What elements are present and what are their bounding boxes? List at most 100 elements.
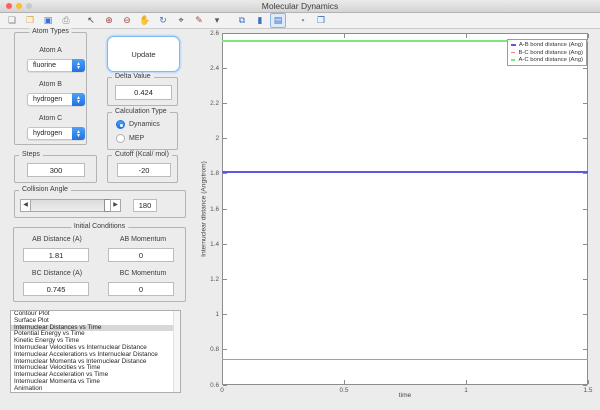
listbox-scrollbar[interactable] xyxy=(173,311,180,392)
insert-legend-icon[interactable]: ▤ xyxy=(270,13,286,28)
rotate-3d-tool-icon[interactable]: ↻ xyxy=(155,13,171,28)
atom-types-panel: Atom Types Atom A fluorine ▲▼ Atom B hyd… xyxy=(14,32,87,145)
bc-distance-input[interactable] xyxy=(23,282,89,296)
plot-type-listbox[interactable]: Contour PlotSurface PlotInternuclear Dis… xyxy=(10,310,181,393)
toolbar-separator xyxy=(287,14,294,27)
plot-legend[interactable]: A-B bond distance (Ang)B-C bond distance… xyxy=(507,39,587,66)
open-file-icon[interactable]: ❒ xyxy=(22,13,38,28)
bc-momentum-input[interactable] xyxy=(108,282,174,296)
y-tick-mark xyxy=(583,68,587,69)
y-tick-mark xyxy=(583,173,587,174)
delta-value-input[interactable] xyxy=(115,85,172,100)
series-line xyxy=(222,171,588,173)
y-tick-mark xyxy=(223,244,227,245)
legend-line-sample xyxy=(511,59,515,61)
y-tick-mark xyxy=(223,279,227,280)
atom-c-label: Atom C xyxy=(15,115,86,122)
x-tick-label: 1.5 xyxy=(576,387,600,394)
y-tick-mark xyxy=(583,244,587,245)
radio-dynamics-button[interactable] xyxy=(116,120,125,129)
initial-conditions-panel: Initial Conditions AB Distance (A) AB Mo… xyxy=(13,227,186,302)
y-tick-label: 0.8 xyxy=(195,346,219,353)
x-tick-mark xyxy=(344,34,345,38)
slider-right-arrow[interactable]: ▶ xyxy=(110,199,121,212)
y-tick-mark xyxy=(583,385,587,386)
ab-distance-label: AB Distance (A) xyxy=(14,236,100,243)
toolbar-separator xyxy=(75,14,82,27)
atom-a-popup[interactable]: fluorine ▲▼ xyxy=(27,59,85,72)
steps-title: Steps xyxy=(19,151,43,158)
x-tick-mark xyxy=(588,34,589,38)
steps-panel: Steps xyxy=(14,155,97,183)
slider-track[interactable] xyxy=(30,199,110,212)
plot-list-item[interactable]: Animation xyxy=(11,386,180,393)
toolbar-separator xyxy=(226,14,233,27)
pointer-tool-icon[interactable]: ↖ xyxy=(83,13,99,28)
atom-b-popup[interactable]: hydrogen ▲▼ xyxy=(27,93,85,106)
ab-momentum-label: AB Momentum xyxy=(100,236,186,243)
calculation-type-title: Calculation Type xyxy=(112,108,170,115)
atom-b-value: hydrogen xyxy=(33,94,62,106)
y-tick-mark xyxy=(583,138,587,139)
window-title: Molecular Dynamics xyxy=(0,0,600,12)
show-plot-tools-icon[interactable]: ❐ xyxy=(313,13,329,28)
title-bar: Molecular Dynamics xyxy=(0,0,600,13)
y-tick-label: 1 xyxy=(195,311,219,318)
y-tick-mark xyxy=(223,209,227,210)
legend-line-sample xyxy=(511,44,516,46)
x-tick-mark xyxy=(588,380,589,384)
atom-b-label: Atom B xyxy=(15,81,86,88)
x-tick-mark xyxy=(466,34,467,38)
insert-colorbar-icon[interactable]: ▮ xyxy=(252,13,268,28)
radio-mep-button[interactable] xyxy=(116,134,125,143)
plot-axes[interactable] xyxy=(222,33,588,385)
legend-entry: A-C bond distance (Ang) xyxy=(511,57,583,63)
popup-chevrons-icon: ▲▼ xyxy=(72,59,85,72)
radio-dynamics[interactable]: Dynamics xyxy=(116,120,160,129)
zoom-out-tool-icon[interactable]: ⊖ xyxy=(119,13,135,28)
app-window: Molecular Dynamics ❏❒▣⎙ ↖⊕⊖✋↻⌖✎▾ ⧉▮▤ ▪❐ Ato… xyxy=(0,0,600,410)
y-tick-mark xyxy=(583,314,587,315)
radio-mep-label: MEP xyxy=(129,135,144,142)
y-tick-mark xyxy=(583,103,587,104)
data-cursor-tool-icon[interactable]: ⌖ xyxy=(173,13,189,28)
x-tick-mark xyxy=(466,380,467,384)
print-figure-icon[interactable]: ⎙ xyxy=(58,13,74,28)
legend-line-sample xyxy=(511,52,515,54)
hide-plot-tools-icon[interactable]: ▪ xyxy=(295,13,311,28)
atom-c-popup[interactable]: hydrogen ▲▼ xyxy=(27,127,85,140)
save-figure-icon[interactable]: ▣ xyxy=(40,13,56,28)
y-axis-title: Internuclear distance (Angstrom) xyxy=(201,161,208,257)
link-plots-icon[interactable]: ⧉ xyxy=(234,13,250,28)
atom-types-title: Atom Types xyxy=(29,28,72,35)
collision-angle-title: Collision Angle xyxy=(19,186,71,193)
zoom-in-tool-icon[interactable]: ⊕ xyxy=(101,13,117,28)
cutoff-title: Cutoff (Kcal/ mol) xyxy=(112,151,172,158)
series-line xyxy=(222,359,588,361)
y-tick-mark xyxy=(223,349,227,350)
brush-dropdown-icon[interactable]: ▾ xyxy=(209,13,225,28)
y-tick-mark xyxy=(583,349,587,350)
radio-mep[interactable]: MEP xyxy=(116,134,144,143)
collision-angle-input[interactable] xyxy=(133,199,157,212)
ab-momentum-input[interactable] xyxy=(108,248,174,262)
cutoff-panel: Cutoff (Kcal/ mol) xyxy=(107,155,178,183)
update-button[interactable]: Update xyxy=(107,36,180,72)
y-tick-mark xyxy=(583,279,587,280)
y-tick-mark xyxy=(223,138,227,139)
ab-distance-input[interactable] xyxy=(23,248,89,262)
delta-value-title: Delta Value xyxy=(112,73,154,80)
legend-entry: A-B bond distance (Ang) xyxy=(511,42,583,48)
pan-tool-icon[interactable]: ✋ xyxy=(137,13,153,28)
bc-distance-label: BC Distance (A) xyxy=(14,270,100,277)
steps-input[interactable] xyxy=(27,163,85,177)
legend-label: A-B bond distance (Ang) xyxy=(519,42,583,48)
collision-angle-panel: Collision Angle ◀ ▶ xyxy=(14,190,186,218)
cutoff-input[interactable] xyxy=(117,163,171,177)
atom-a-label: Atom A xyxy=(15,47,86,54)
y-tick-label: 2 xyxy=(195,135,219,142)
radio-dynamics-label: Dynamics xyxy=(129,121,160,128)
new-figure-icon[interactable]: ❏ xyxy=(4,13,20,28)
brush-tool-icon[interactable]: ✎ xyxy=(191,13,207,28)
popup-chevrons-icon: ▲▼ xyxy=(72,127,85,140)
